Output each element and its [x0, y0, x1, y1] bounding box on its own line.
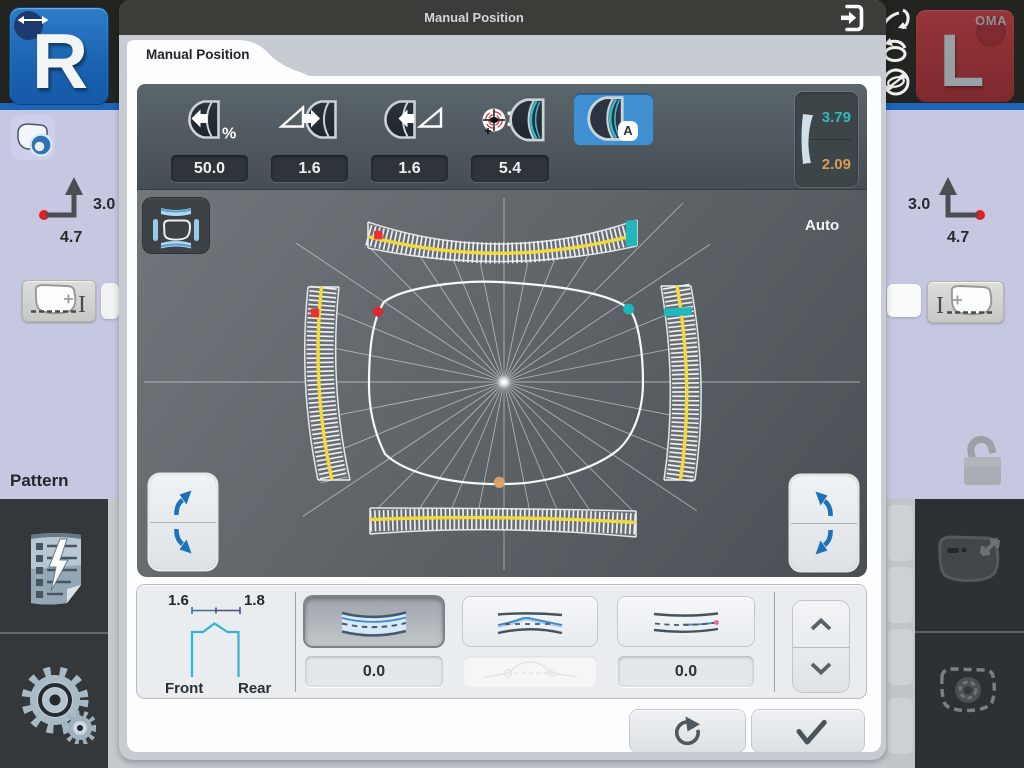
- svg-text:I: I: [936, 293, 944, 319]
- svg-text:I: I: [78, 292, 86, 318]
- svg-text:%: %: [222, 126, 236, 143]
